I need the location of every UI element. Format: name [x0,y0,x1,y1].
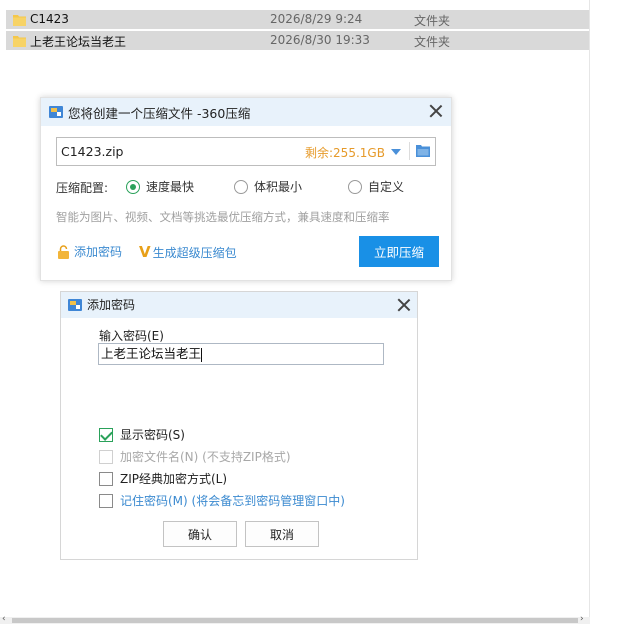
compress-config-label: 压缩配置: [56,181,109,195]
360zip-app-icon [49,106,63,118]
password-value: 上老王论坛当老王 [101,346,202,361]
checkbox-icon [99,493,113,508]
checkbox-icon [99,471,113,486]
checkbox-icon [99,427,113,442]
password-dialog-title: 添加密码 [87,298,136,312]
cancel-button[interactable]: 取消 [245,521,319,547]
file-type: 文件夹 [414,14,451,28]
checkbox-label: 加密文件名(N) (不支持ZIP格式) [120,450,291,464]
compress-now-button[interactable]: 立即压缩 [359,236,439,267]
option-label: 速度最快 [146,180,195,194]
encrypt-filename-checkbox: 加密文件名(N) (不支持ZIP格式) [99,448,291,465]
checkbox-label: 记住密码(M) (将会备忘到密码管理窗口中) [120,494,345,508]
zip-classic-encryption-checkbox[interactable]: ZIP经典加密方式(L) [99,470,227,487]
remember-password-checkbox[interactable]: 记住密码(M) (将会备忘到密码管理窗口中) [99,492,345,509]
super-compress-link[interactable]: V 生成超级压缩包 [139,243,237,261]
checkbox-label: ZIP经典加密方式(L) [120,472,228,486]
compress-dialog-title: 您将创建一个压缩文件 -360压缩 [68,106,251,121]
file-date: 2026/8/29 9:24 [270,12,363,26]
option-custom-radio[interactable]: 自定义 [348,178,404,195]
lock-icon [58,244,69,259]
file-row[interactable]: C1423 2026/8/29 9:24 文件夹 [6,10,589,29]
option-label: 自定义 [368,180,405,194]
free-space-label: 剩余:255.1GB [305,146,385,160]
super-compress-label: 生成超级压缩包 [152,245,237,260]
file-name: 上老王论坛当老王 [30,35,127,49]
show-password-checkbox[interactable]: 显示密码(S) [99,426,185,443]
compress-dialog: 您将创建一个压缩文件 -360压缩 C1423.zip 剩余:255.1GB 压… [40,97,452,281]
radio-icon [234,179,248,194]
close-icon[interactable] [397,298,411,312]
radio-icon [348,179,362,194]
add-password-dialog: 添加密码 输入密码(E) 上老王论坛当老王 显示密码(S) 加密文件名(N) (… [60,291,418,560]
add-password-label: 添加密码 [74,245,123,259]
password-input-label: 输入密码(E) [99,329,164,343]
archive-filename[interactable]: C1423.zip [61,144,123,159]
browse-folder-icon[interactable] [416,144,430,157]
divider [409,142,410,160]
file-type: 文件夹 [414,35,451,49]
scroll-right-icon[interactable]: › [580,614,584,624]
text-cursor [201,347,203,362]
360zip-app-icon [68,299,82,311]
scrollbar-thumb[interactable] [12,618,578,623]
file-name: C1423 [30,12,69,26]
folder-icon [13,36,26,47]
password-input[interactable]: 上老王论坛当老王 [98,343,384,365]
checkbox-label: 显示密码(S) [120,428,185,442]
file-row[interactable]: 上老王论坛当老王 2026/8/30 19:33 文件夹 [6,31,589,50]
file-date: 2026/8/30 19:33 [270,33,370,47]
option-fastest-radio[interactable]: 速度最快 [126,178,194,195]
option-smallest-radio[interactable]: 体积最小 [234,178,302,195]
dropdown-arrow-icon[interactable] [391,149,401,155]
confirm-button[interactable]: 确认 [163,521,237,547]
folder-icon [13,15,26,26]
close-icon[interactable] [429,104,443,118]
window-edge [589,0,590,624]
compress-hint-text: 智能为图片、视频、文档等挑选最优压缩方式，兼具速度和压缩率 [56,210,390,224]
add-password-link[interactable]: 添加密码 [57,243,122,260]
checkbox-icon [99,449,113,464]
vip-v-icon: V [139,243,151,261]
radio-icon [126,179,140,194]
horizontal-scrollbar[interactable]: ‹ › [0,614,590,624]
archive-path-field[interactable]: C1423.zip 剩余:255.1GB [56,137,436,166]
scroll-left-icon[interactable]: ‹ [2,614,6,624]
option-label: 体积最小 [254,180,303,194]
